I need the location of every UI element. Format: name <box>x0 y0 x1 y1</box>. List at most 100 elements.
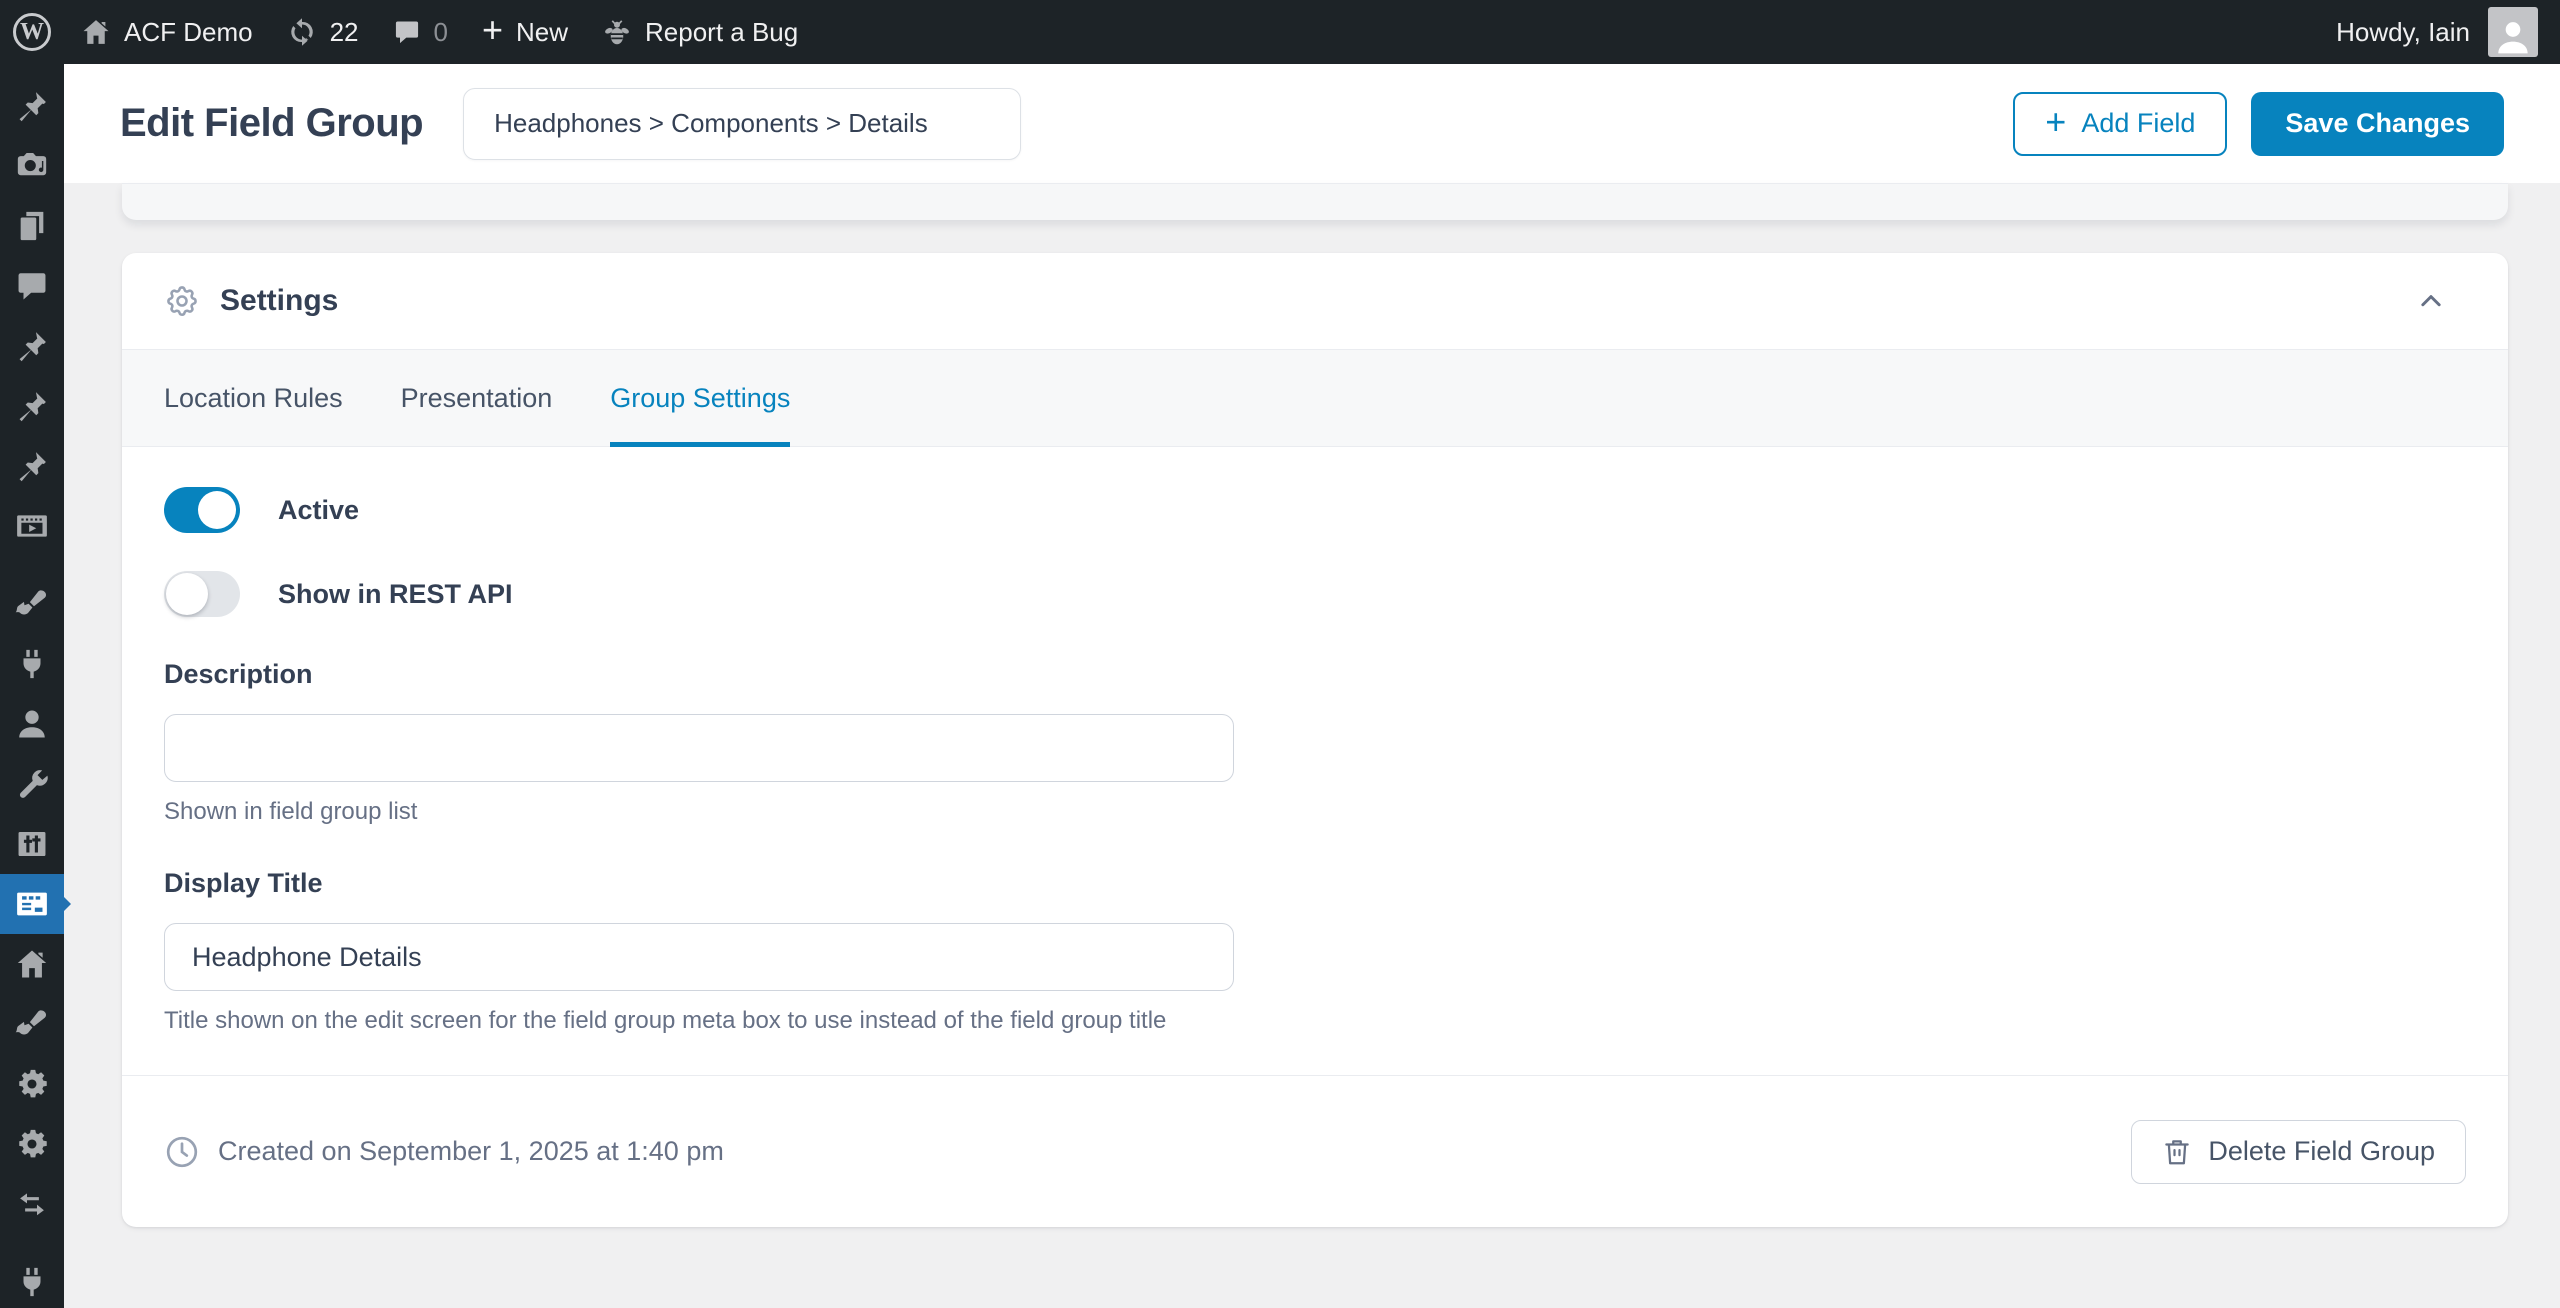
video-icon <box>15 509 49 543</box>
sidebar-item-plugins[interactable] <box>0 634 64 694</box>
comments-icon <box>393 18 421 46</box>
account-menu[interactable]: Howdy, Iain <box>2336 7 2560 57</box>
sidebar-item-posts[interactable] <box>0 76 64 136</box>
tab-location-rules[interactable]: Location Rules <box>164 350 343 446</box>
description-input[interactable] <box>164 714 1234 782</box>
created-info: Created on September 1, 2025 at 1:40 pm <box>164 1134 724 1170</box>
toggle-knob <box>198 491 236 529</box>
sidebar-item-options-1[interactable] <box>0 1054 64 1114</box>
report-a-bug-link[interactable]: Report a Bug <box>585 0 815 64</box>
comments-link[interactable]: 0 <box>376 0 465 64</box>
sidebar-item-appearance[interactable] <box>0 574 64 634</box>
sidebar-item-tools[interactable] <box>0 754 64 814</box>
brush-icon <box>15 587 49 621</box>
site-name: ACF Demo <box>124 17 253 48</box>
admin-bar: W ACF Demo 22 0 + New Report a Bug Howdy… <box>0 0 2560 64</box>
page-title: Edit Field Group <box>120 101 423 146</box>
settings-panel: Settings Location Rules Presentation Gro… <box>122 253 2508 1227</box>
plus-icon: + <box>482 12 503 48</box>
updates-icon <box>287 17 317 47</box>
header-actions: + Add Field Save Changes <box>2013 92 2504 156</box>
comment-icon <box>15 269 49 303</box>
sidebar-item-users[interactable] <box>0 694 64 754</box>
sidebar-item-theme[interactable] <box>0 994 64 1054</box>
bee-icon <box>602 17 632 47</box>
page-header: Edit Field Group Headphones > Components… <box>64 64 2560 183</box>
pushpin-icon <box>15 89 49 123</box>
gear-icon <box>15 1127 49 1161</box>
settings-panel-title: Settings <box>220 284 338 318</box>
display-title-label: Display Title <box>164 868 2466 899</box>
update-count: 22 <box>330 17 359 48</box>
new-content-menu[interactable]: + New <box>465 0 585 64</box>
avatar <box>2488 7 2538 57</box>
rest-api-toggle-row: Show in REST API <box>164 571 2466 617</box>
comment-count: 0 <box>434 17 448 48</box>
trash-icon <box>2162 1137 2192 1167</box>
plus-icon: + <box>2045 101 2066 143</box>
delete-field-group-button[interactable]: Delete Field Group <box>2131 1120 2466 1184</box>
settings-panel-header: Settings <box>122 253 2508 349</box>
fields-panel-bottom-edge <box>122 183 2508 220</box>
save-changes-label: Save Changes <box>2285 108 2470 139</box>
clock-icon <box>164 1134 200 1170</box>
description-label: Description <box>164 659 2466 690</box>
users-icon <box>15 707 49 741</box>
plug-icon <box>15 647 49 681</box>
sidebar-item-cpt-1[interactable] <box>0 316 64 376</box>
sidebar-item-video[interactable] <box>0 496 64 556</box>
sliders-icon <box>15 827 49 861</box>
home-icon <box>15 947 49 981</box>
sidebar-item-home[interactable] <box>0 934 64 994</box>
updates-link[interactable]: 22 <box>270 0 376 64</box>
sidebar-item-options-2[interactable] <box>0 1114 64 1174</box>
rest-api-toggle-label: Show in REST API <box>278 579 513 610</box>
person-icon <box>2491 13 2535 57</box>
pushpin-icon <box>15 449 49 483</box>
sidebar-item-plugins-2[interactable] <box>0 1252 64 1308</box>
chevron-up-icon <box>2416 286 2446 316</box>
toggle-knob <box>166 573 208 615</box>
wordpress-menu[interactable]: W <box>0 0 64 64</box>
display-title-input[interactable] <box>164 923 1234 991</box>
active-toggle-row: Active <box>164 487 2466 533</box>
sidebar-item-acf-field-groups[interactable] <box>0 874 64 934</box>
plug-icon <box>15 1265 49 1299</box>
media-icon <box>15 149 49 183</box>
gear-icon <box>164 283 200 319</box>
wordpress-logo-icon: W <box>13 13 51 51</box>
group-settings-body: Active Show in REST API Description Show… <box>122 447 2508 1075</box>
created-text: Created on September 1, 2025 at 1:40 pm <box>218 1136 724 1167</box>
admin-sidebar <box>0 64 64 1308</box>
sidebar-item-cpt-2[interactable] <box>0 376 64 436</box>
new-label: New <box>516 17 568 48</box>
acf-field-groups-icon <box>15 887 49 921</box>
sidebar-item-media[interactable] <box>0 136 64 196</box>
add-field-label: Add Field <box>2081 108 2195 139</box>
sidebar-item-comments[interactable] <box>0 256 64 316</box>
report-a-bug-label: Report a Bug <box>645 17 798 48</box>
tab-group-settings[interactable]: Group Settings <box>610 350 790 446</box>
sidebar-item-migrate[interactable] <box>0 1174 64 1234</box>
collapse-panel-button[interactable] <box>2416 286 2446 316</box>
brush-icon <box>15 1007 49 1041</box>
active-toggle-label: Active <box>278 495 359 526</box>
show-in-rest-api-toggle[interactable] <box>164 571 240 617</box>
sidebar-item-pages[interactable] <box>0 196 64 256</box>
active-toggle[interactable] <box>164 487 240 533</box>
gear-icon <box>15 1067 49 1101</box>
display-title-hint: Title shown on the edit screen for the f… <box>164 1007 2466 1035</box>
pushpin-icon <box>15 329 49 363</box>
settings-panel-footer: Created on September 1, 2025 at 1:40 pm … <box>122 1075 2508 1227</box>
sidebar-item-settings[interactable] <box>0 814 64 874</box>
sidebar-item-cpt-3[interactable] <box>0 436 64 496</box>
delete-field-group-label: Delete Field Group <box>2208 1136 2435 1167</box>
add-field-button[interactable]: + Add Field <box>2013 92 2227 156</box>
description-hint: Shown in field group list <box>164 798 2466 826</box>
save-changes-button[interactable]: Save Changes <box>2251 92 2504 156</box>
breadcrumb-text: Headphones > Components > Details <box>494 108 928 139</box>
home-icon <box>81 17 111 47</box>
site-name-link[interactable]: ACF Demo <box>64 0 270 64</box>
howdy-label: Howdy, Iain <box>2336 17 2470 48</box>
tab-presentation[interactable]: Presentation <box>401 350 553 446</box>
